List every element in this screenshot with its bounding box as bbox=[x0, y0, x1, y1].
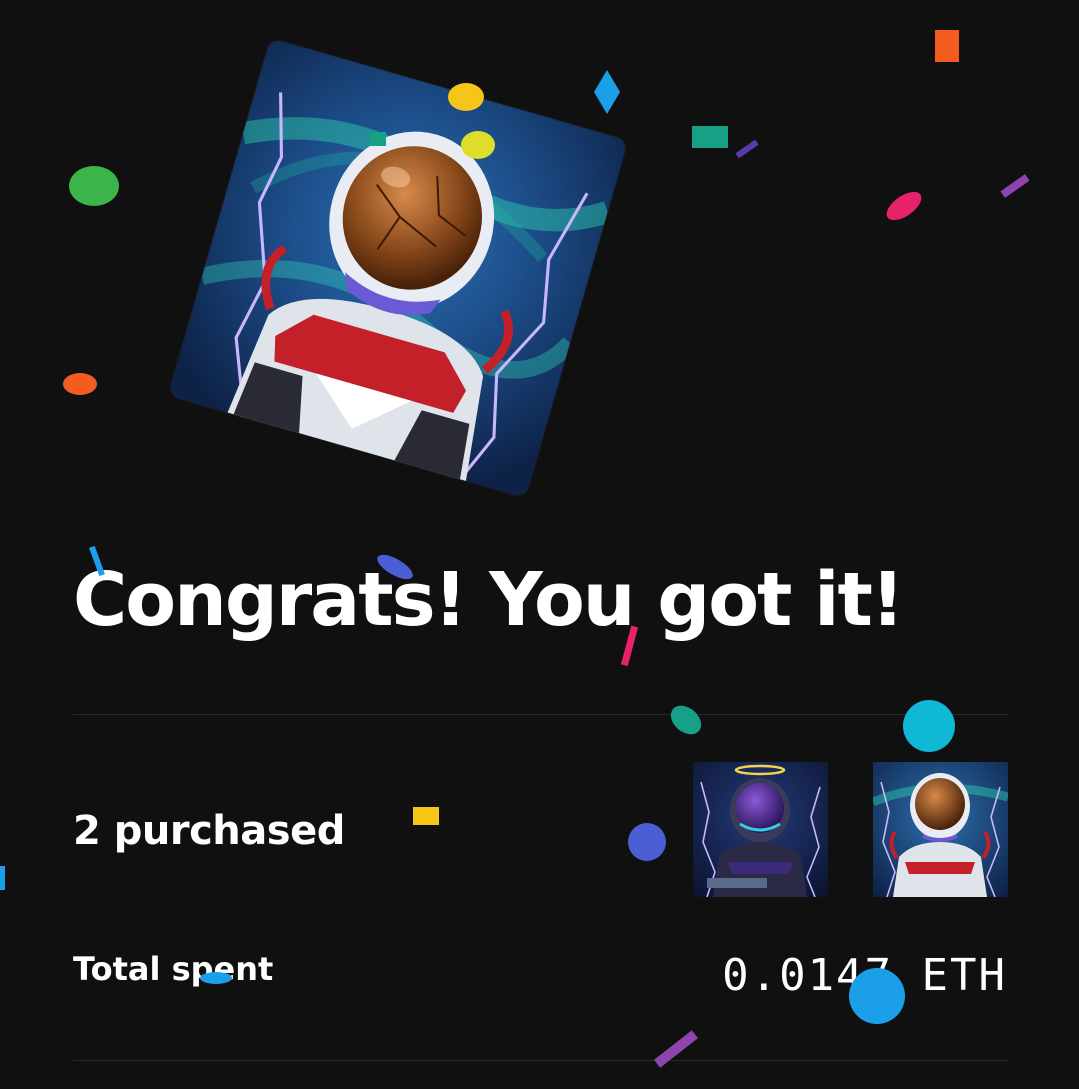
confetti-piece bbox=[935, 30, 959, 62]
purchased-count-label: 2 purchased bbox=[73, 808, 345, 854]
purchased-nft-thumbnail-2[interactable] bbox=[873, 762, 1008, 897]
confetti-piece bbox=[1000, 174, 1030, 198]
confetti-piece bbox=[63, 373, 97, 395]
total-spent-value: 0.0147 ETH bbox=[722, 950, 1007, 1001]
confetti-piece bbox=[69, 166, 119, 206]
confetti-piece bbox=[413, 807, 439, 825]
astronaut-nft-brown-visor-icon bbox=[873, 762, 1008, 897]
confetti-piece bbox=[670, 705, 702, 735]
astronaut-nft-purple-halo-icon bbox=[693, 762, 828, 897]
success-headline: Congrats! You got it! bbox=[73, 557, 905, 643]
total-spent-label: Total spent bbox=[73, 950, 274, 988]
divider bbox=[73, 1060, 1008, 1061]
confetti-piece bbox=[654, 1030, 698, 1068]
divider bbox=[73, 714, 1008, 715]
confetti-piece bbox=[903, 700, 955, 752]
confetti-piece bbox=[735, 139, 759, 159]
astronaut-nft-brown-visor-icon bbox=[167, 37, 629, 499]
purchase-success-screen: Congrats! You got it! 2 purchased Total … bbox=[0, 0, 1079, 1089]
confetti-piece bbox=[886, 191, 922, 221]
confetti-piece bbox=[594, 70, 620, 114]
confetti-piece bbox=[628, 823, 666, 861]
confetti-piece bbox=[692, 126, 728, 148]
confetti-piece bbox=[0, 866, 5, 890]
nft-hero-image bbox=[167, 37, 629, 499]
purchased-nft-thumbnail-1[interactable] bbox=[693, 762, 828, 897]
